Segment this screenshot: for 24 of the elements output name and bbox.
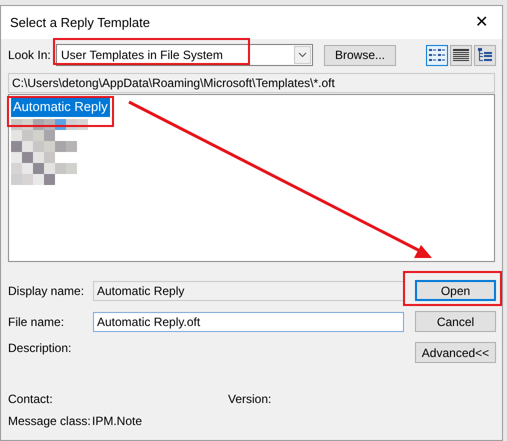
field-label: Description:: [8, 340, 72, 357]
template-item[interactable]: Automatic Reply: [11, 97, 110, 116]
dialog-button[interactable]: Open: [415, 280, 496, 301]
look-in-label: Look In:: [8, 47, 52, 64]
template-list[interactable]: Automatic Reply: [8, 94, 495, 262]
field-label: Display name:: [8, 282, 86, 300]
close-button[interactable]: ✕: [471, 14, 492, 30]
dialog-button[interactable]: Advanced<<: [415, 342, 496, 363]
dropdown-caret-icon: [294, 46, 311, 64]
path-field: C:\Users\detong\AppData\Roaming\Microsoft\Templates\*.oft: [8, 73, 495, 93]
browse-button[interactable]: Browse...: [324, 44, 396, 66]
message-class-value: IPM.Note: [92, 413, 142, 430]
dialog-button[interactable]: Cancel: [415, 311, 496, 332]
look-in-dropdown[interactable]: User Templates in File System: [56, 44, 313, 66]
display-name-field: Automatic Reply: [93, 280, 404, 300]
window-title: Select a Reply Template: [10, 14, 150, 32]
file-name-field[interactable]: Automatic Reply.oft: [93, 312, 404, 332]
message-class-label: Message class:: [8, 413, 92, 430]
field-label: File name:: [8, 314, 66, 330]
tree-view-button[interactable]: [474, 44, 496, 66]
details-view-button[interactable]: [450, 44, 472, 66]
list-view-button[interactable]: [426, 44, 448, 66]
version-label: Version:: [228, 391, 272, 408]
contact-label: Contact:: [8, 391, 54, 408]
